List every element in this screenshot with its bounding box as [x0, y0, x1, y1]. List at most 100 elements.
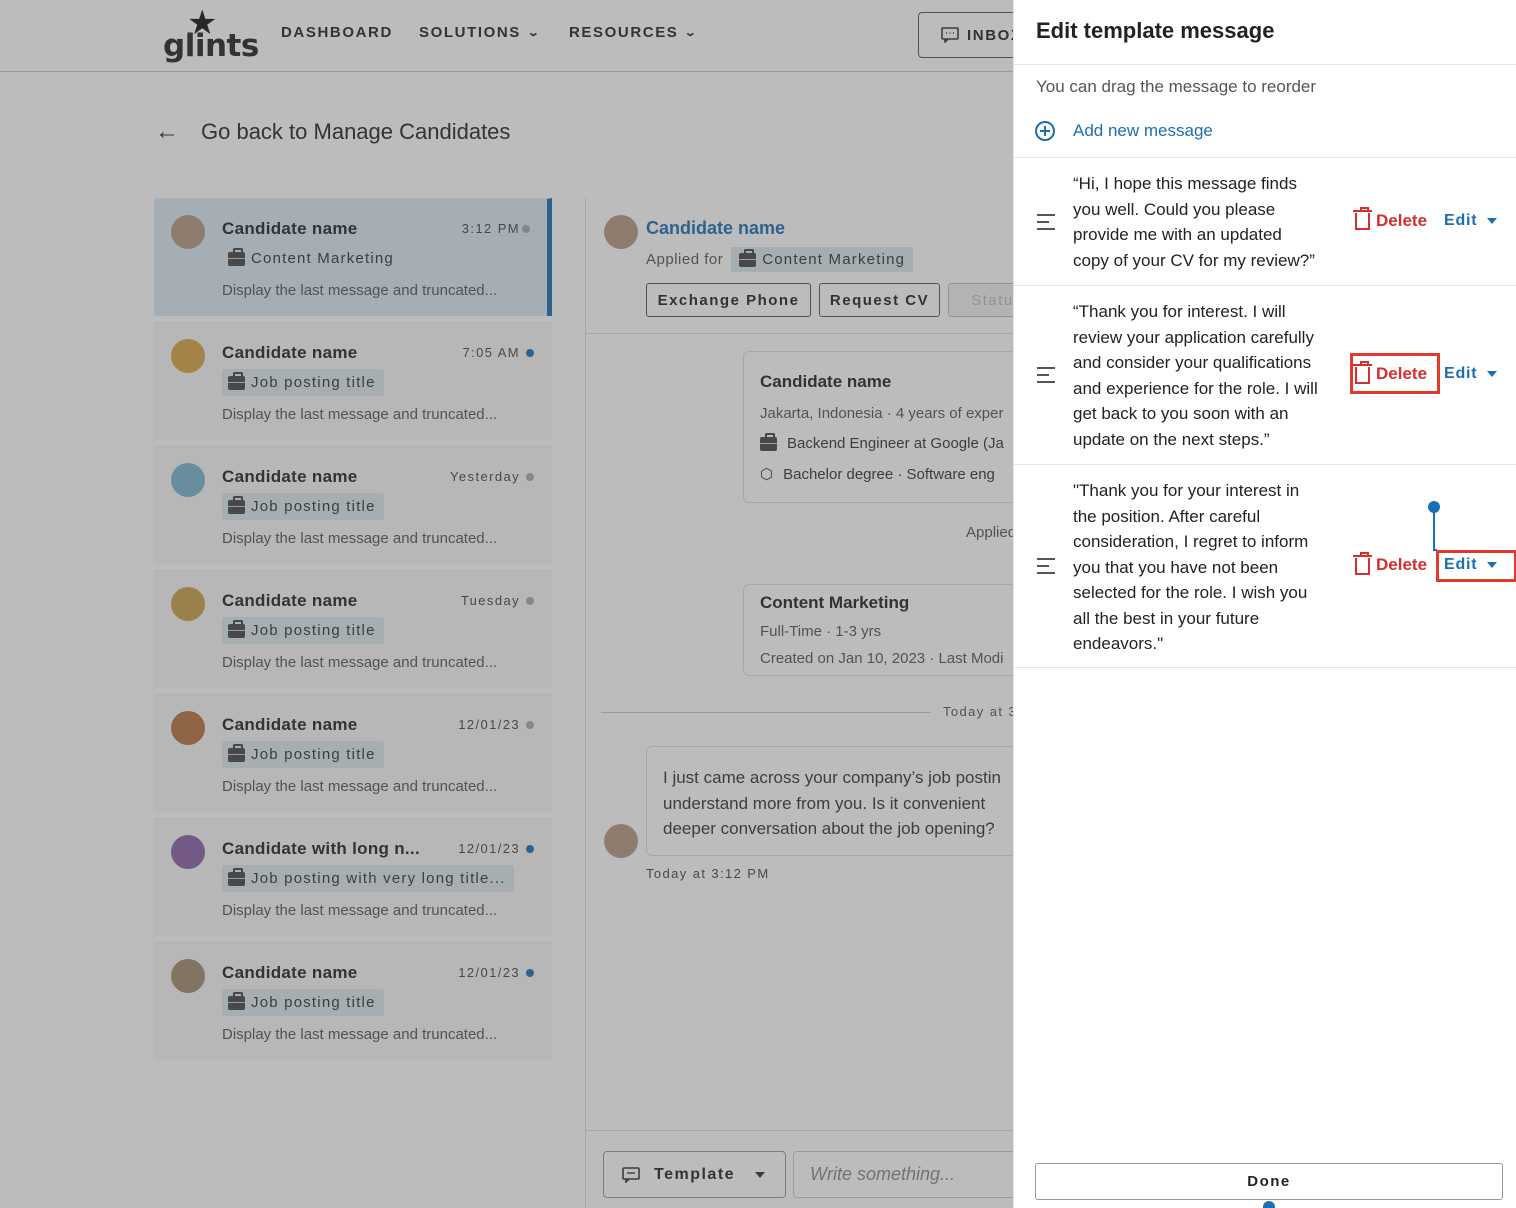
done-label: Done	[1247, 1173, 1291, 1190]
candidate-name: Candidate name	[222, 219, 358, 238]
delete-button[interactable]: Delete	[1353, 207, 1428, 231]
done-button[interactable]: Done	[1035, 1163, 1503, 1200]
chat-candidate-name[interactable]: Candidate name	[646, 218, 785, 239]
candidate-name: Candidate name	[222, 963, 358, 982]
message-time: 3:12 PM	[461, 221, 520, 236]
logo-text: glints	[163, 28, 259, 64]
template-button[interactable]: Template	[603, 1151, 786, 1198]
plus-circle-icon	[1035, 121, 1055, 141]
edit-label: Edit	[1444, 211, 1478, 229]
back-to-manage-candidates[interactable]: ← Go back to Manage Candidates	[155, 118, 510, 146]
template-line: you well. Could you please	[1073, 199, 1276, 219]
unread-indicator	[526, 969, 534, 977]
candidate-list-item[interactable]: Candidate name Tuesday Job posting title Di…	[154, 570, 552, 688]
drag-handle-icon[interactable]	[1037, 213, 1055, 230]
read-indicator	[526, 473, 534, 481]
date-divider-label: Today at 3	[943, 704, 1017, 719]
template-message-item[interactable]: “Thank you for interest. I will review yo…	[1014, 286, 1516, 465]
template-message-text: “Hi, I hope this message finds you well. …	[1073, 171, 1343, 273]
profile-name: Candidate name	[760, 372, 892, 391]
template-line: “Hi, I hope this message finds	[1073, 174, 1297, 193]
job-card[interactable]: Content Marketing Full-Time · 1-3 yrs Cr…	[743, 584, 1043, 676]
briefcase-icon	[228, 619, 245, 638]
avatar	[171, 215, 205, 249]
job-title: Job posting title	[251, 622, 376, 639]
candidate-list-item[interactable]: Candidate name 3:12 PM Content Marketing Di…	[154, 198, 552, 316]
highlight-box-delete	[1350, 353, 1440, 394]
briefcase-icon	[760, 432, 777, 451]
job-tag: Job posting title	[222, 617, 384, 644]
message-time: 7:05 AM	[462, 345, 520, 360]
avatar	[171, 959, 205, 993]
reorder-hint: You can drag the message to reorder	[1036, 77, 1317, 96]
delete-button[interactable]: Delete	[1353, 551, 1428, 575]
profile-location: Jakarta, Indonesia · 4 years of exper	[760, 405, 1004, 422]
candidate-list-item[interactable]: Candidate name 12/01/23 Job posting title D…	[154, 942, 552, 1060]
applied-note: Applied	[966, 524, 1017, 541]
candidate-list: Candidate name 3:12 PM Content Marketing Di…	[154, 198, 552, 1066]
avatar	[171, 587, 205, 621]
candidate-list-item[interactable]: Candidate with long n... 12/01/23 Job post…	[154, 818, 552, 936]
candidate-name: Candidate name	[222, 343, 358, 362]
candidate-profile-card[interactable]: Candidate name Jakarta, Indonesia · 4 ye…	[743, 351, 1043, 503]
edit-label: Edit	[1444, 365, 1478, 382]
divider	[1014, 64, 1516, 65]
last-message-preview: Display the last message and truncated..…	[222, 654, 498, 671]
glints-logo[interactable]: ★ glints	[163, 6, 259, 64]
job-title: Content Marketing	[251, 250, 394, 267]
profile-edu-text: Bachelor degree · Software eng	[783, 465, 995, 483]
template-message-item[interactable]: “Hi, I hope this message finds you well. …	[1014, 158, 1516, 286]
back-label: Go back to Manage Candidates	[201, 119, 511, 144]
highlight-box-edit	[1436, 550, 1516, 582]
template-line: you that you have not been	[1073, 557, 1279, 577]
job-title: Job posting title	[251, 498, 376, 515]
message-line: deeper conversation about the job openin…	[663, 819, 995, 838]
unread-indicator	[526, 349, 534, 357]
delete-label: Delete	[1376, 555, 1428, 574]
job-title: Job posting title	[251, 994, 376, 1011]
last-message-preview: Display the last message and truncated..…	[222, 406, 498, 423]
template-line: and experience for the role. I will	[1073, 378, 1318, 398]
add-new-message-button[interactable]: Add new message	[1035, 121, 1213, 141]
job-tag: Job posting title	[222, 989, 384, 1016]
job-tag: Job posting title	[222, 493, 384, 520]
chat-icon	[622, 1166, 640, 1183]
drag-handle-icon[interactable]	[1037, 558, 1055, 574]
exchange-phone-button[interactable]: Exchange Phone	[646, 283, 811, 317]
nav-label: DASHBOARD	[281, 24, 393, 41]
nav-solutions[interactable]: SOLUTIONS ⌄	[419, 24, 540, 41]
nav-resources[interactable]: RESOURCES ⌄	[569, 24, 697, 41]
chevron-down-icon: ⌄	[684, 27, 700, 39]
connector-line	[1433, 549, 1437, 551]
chat-message-bubble: I just came across your company’s job po…	[646, 746, 1046, 856]
message-input[interactable]: Write something...	[793, 1151, 1043, 1198]
applied-for: Applied for Content Marketing	[646, 247, 914, 272]
candidate-list-item[interactable]: Candidate name Yesterday Job posting title…	[154, 446, 552, 564]
delete-label: Delete	[1376, 210, 1428, 230]
read-indicator	[522, 225, 530, 233]
divider	[1014, 667, 1516, 668]
message-time: 12/01/23	[458, 717, 520, 732]
briefcase-icon	[228, 743, 245, 762]
avatar	[604, 215, 638, 249]
chat-message-text: I just came across your company’s job po…	[663, 765, 1001, 842]
date-divider	[601, 712, 931, 713]
edit-dropdown-button[interactable]: Edit	[1444, 211, 1498, 230]
candidate-name: Candidate name	[222, 467, 358, 486]
job-tag: Job posting title	[222, 741, 384, 768]
candidate-list-item[interactable]: Candidate name 12/01/23 Job posting title D…	[154, 694, 552, 812]
candidate-list-item[interactable]: Candidate name 7:05 AM Job posting title Di…	[154, 322, 552, 440]
edit-dropdown-button[interactable]: Edit	[1444, 365, 1498, 383]
request-cv-button[interactable]: Request CV	[819, 283, 940, 317]
job-card-created: Created on Jan 10, 2023 · Last Modi	[760, 650, 1004, 667]
template-line: get back to you soon with an	[1073, 404, 1289, 423]
briefcase-icon	[228, 867, 245, 886]
nav-dashboard[interactable]: DASHBOARD	[281, 24, 393, 41]
avatar	[171, 835, 205, 869]
last-message-preview: Display the last message and truncated..…	[222, 1026, 498, 1043]
job-title: Job posting title	[251, 374, 376, 391]
nav-label: SOLUTIONS	[419, 24, 521, 41]
chat-header: Candidate name Applied for Content Marke…	[586, 198, 1046, 334]
job-tag: Content Marketing	[222, 245, 402, 272]
drag-handle-icon[interactable]	[1037, 367, 1055, 383]
